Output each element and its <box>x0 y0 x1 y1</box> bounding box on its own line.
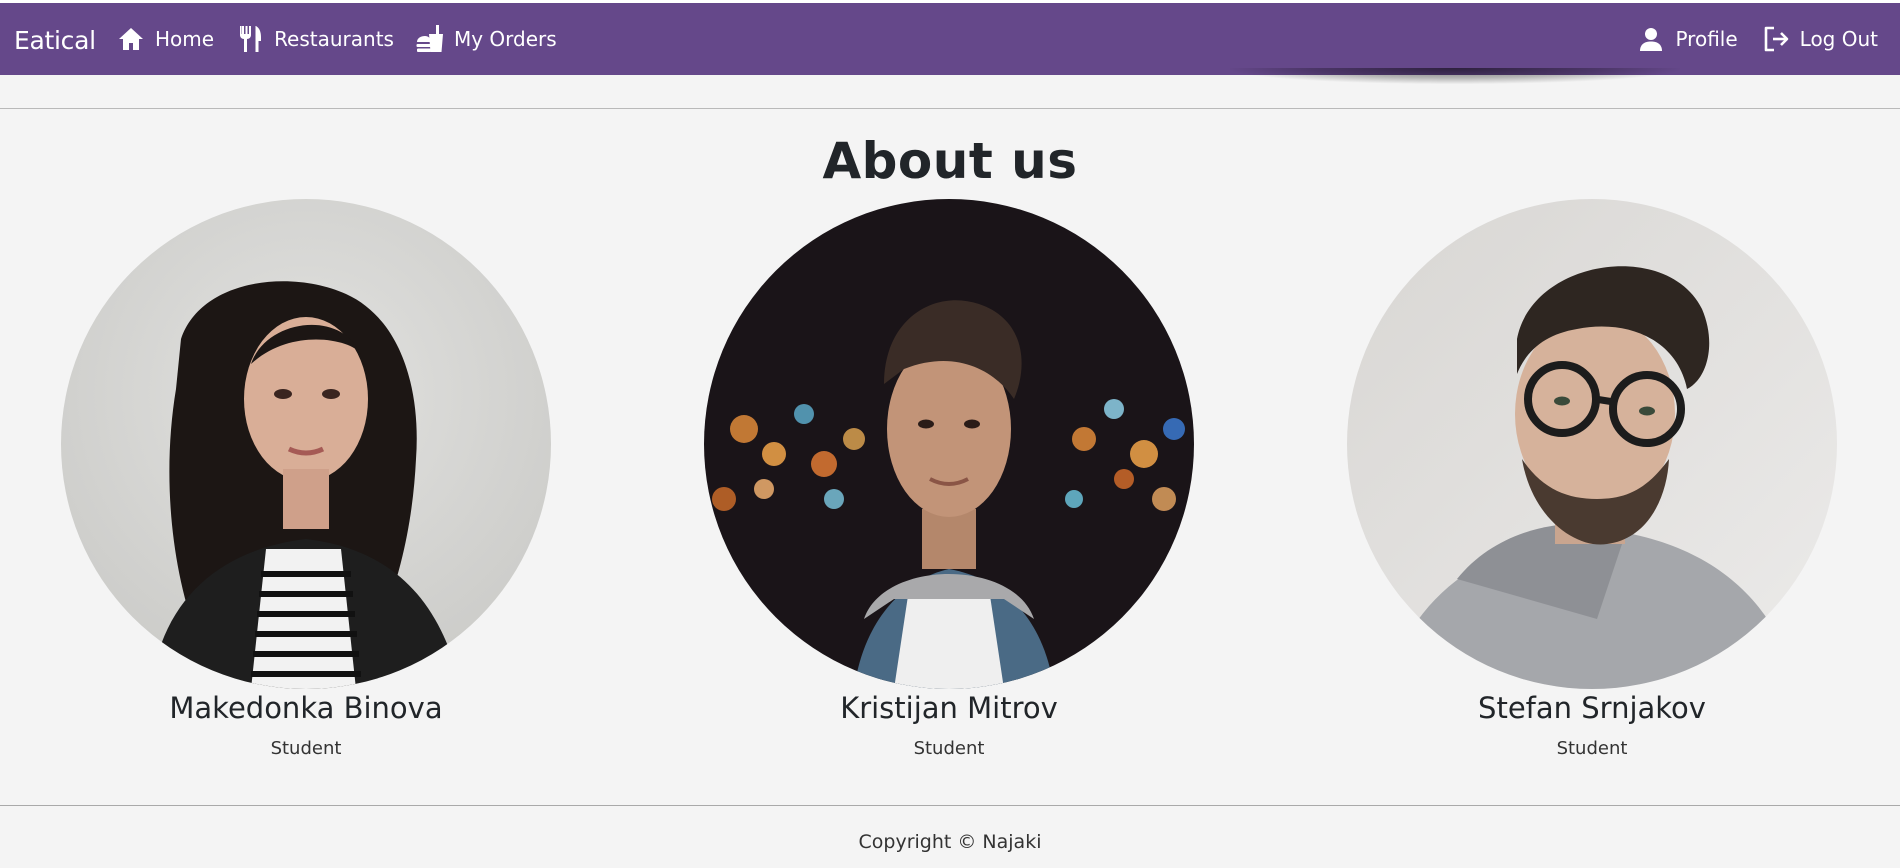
member-card-kristijan: Kristijan Mitrov Student <box>704 199 1194 759</box>
nav-item-logout-label: Log Out <box>1799 27 1878 51</box>
dropdown-shadow <box>1230 68 1680 84</box>
home-icon <box>115 23 147 55</box>
member-photo-makedonka <box>61 199 551 689</box>
member-role: Student <box>1556 738 1628 759</box>
page-title: About us <box>822 132 1078 190</box>
footer-copyright: Copyright © Najaki <box>858 831 1042 853</box>
fork-knife-icon <box>234 23 266 55</box>
nav-item-logout[interactable]: Log Out <box>1760 3 1878 75</box>
divider-bottom <box>0 805 1900 806</box>
divider-top <box>0 108 1900 109</box>
nav-left-group: Home Restaurants My Orders <box>115 3 577 75</box>
member-photo-kristijan <box>704 199 1194 689</box>
member-name: Makedonka Binova <box>169 691 443 725</box>
member-card-makedonka: Makedonka Binova Student <box>61 199 551 759</box>
user-icon <box>1635 23 1667 55</box>
nav-item-profile[interactable]: Profile <box>1635 3 1738 75</box>
nav-item-profile-label: Profile <box>1675 27 1738 51</box>
member-name: Stefan Srnjakov <box>1478 691 1706 725</box>
food-tray-icon <box>414 23 446 55</box>
nav-item-home[interactable]: Home <box>115 3 214 75</box>
member-name: Kristijan Mitrov <box>840 691 1058 725</box>
nav-item-my-orders-label: My Orders <box>453 27 557 51</box>
nav-right-group: Profile Log Out <box>1613 3 1878 75</box>
top-navbar: Eatical Home Restaurants My Orders Profi… <box>0 3 1900 75</box>
member-photo-stefan <box>1347 199 1837 689</box>
nav-item-restaurants-label: Restaurants <box>274 27 394 51</box>
nav-item-my-orders[interactable]: My Orders <box>414 3 557 75</box>
brand-logo[interactable]: Eatical <box>14 27 96 55</box>
member-card-stefan: Stefan Srnjakov Student <box>1347 199 1837 759</box>
nav-item-restaurants[interactable]: Restaurants <box>234 3 394 75</box>
nav-item-home-label: Home <box>155 27 215 51</box>
logout-icon <box>1760 23 1792 55</box>
member-role: Student <box>913 738 985 759</box>
member-role: Student <box>270 738 342 759</box>
